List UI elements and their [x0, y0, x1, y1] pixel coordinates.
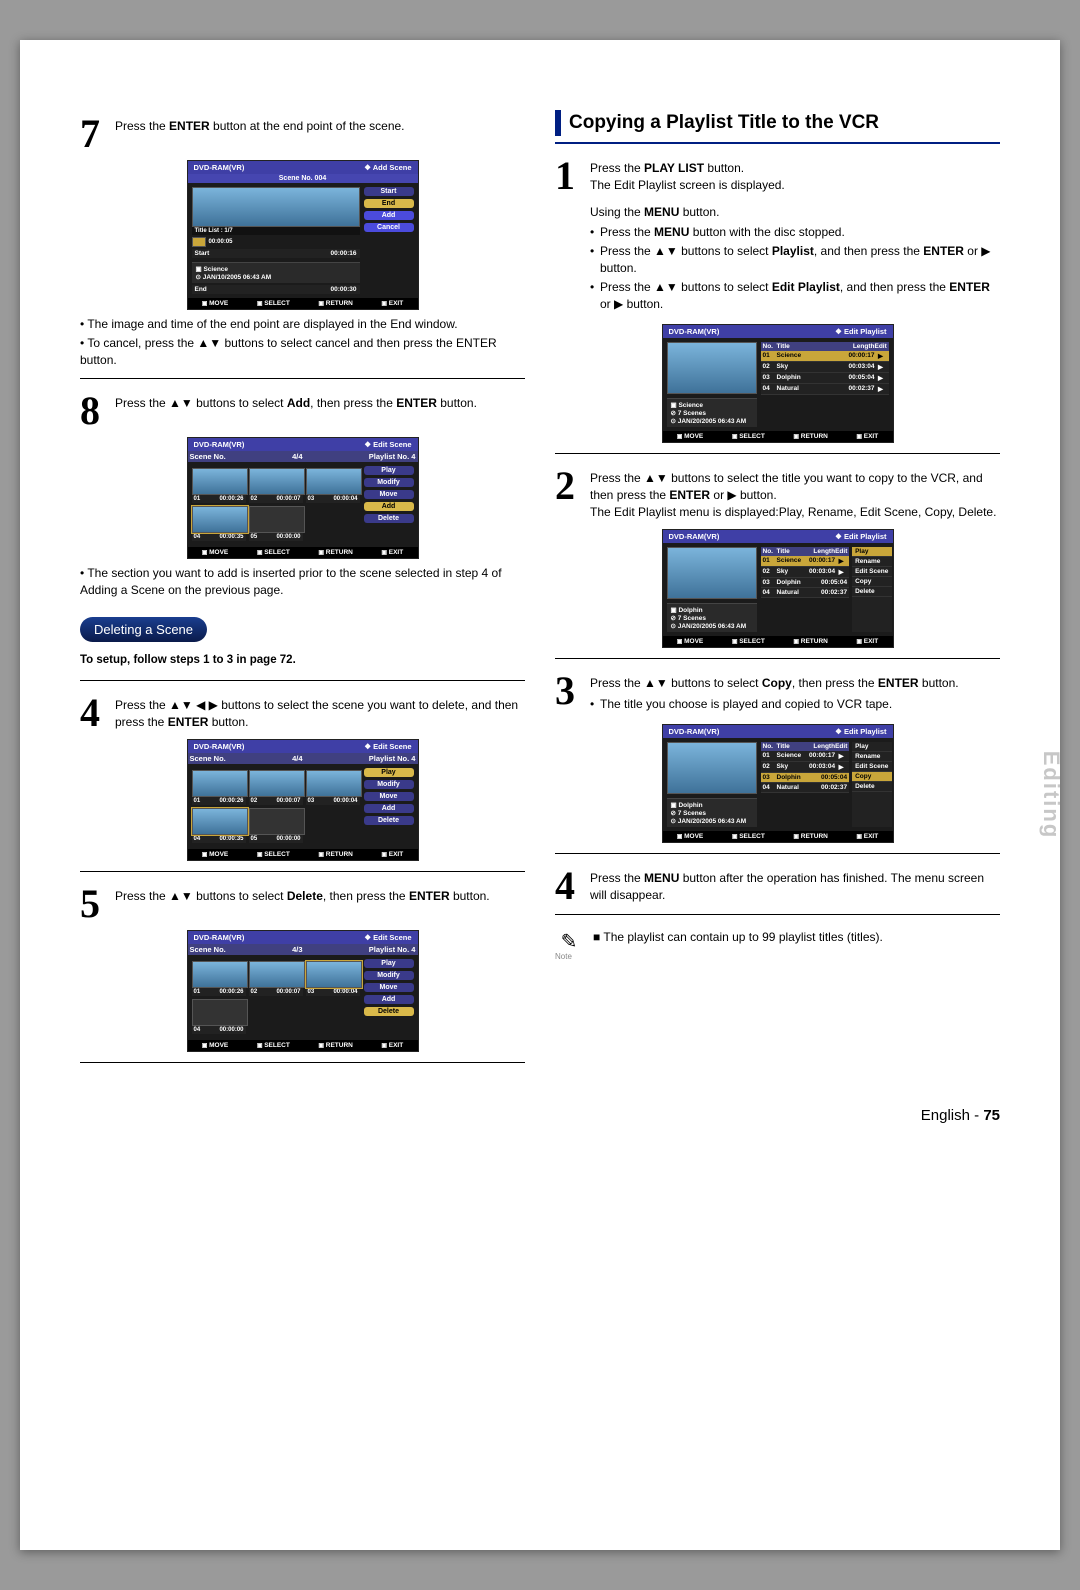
divider [80, 378, 525, 379]
thumbnail [667, 342, 757, 394]
osd-add-scene: DVD-RAM(VR)❖ Add Scene Scene No. 004 Tit… [187, 160, 419, 310]
step-text: Press the PLAY LIST button. The Edit Pla… [590, 160, 1000, 316]
divider [80, 1062, 525, 1063]
section-accent-bar [555, 110, 561, 136]
osd-edit-playlist: DVD-RAM(VR)❖ Edit Playlist ▣ Dolphin ⊘ 7… [662, 529, 894, 648]
osd-button[interactable]: Modify [364, 971, 414, 980]
osd-button[interactable]: Start [364, 187, 414, 196]
osd-button[interactable]: Delete [364, 514, 414, 523]
osd-edit-playlist: DVD-RAM(VR)❖ Edit Playlist ▣ Dolphin ⊘ 7… [662, 724, 894, 843]
step-number: 4 [555, 868, 590, 904]
osd-button[interactable]: Add [364, 502, 414, 511]
right-column: Copying a Playlist Title to the VCR 1 Pr… [555, 110, 1000, 1077]
step-number: 4 [80, 695, 115, 731]
context-menu-item[interactable]: Copy [852, 772, 892, 782]
step-text: Press the MENU button after the operatio… [590, 870, 1000, 904]
step-number: 8 [80, 393, 115, 429]
section-title: Copying a Playlist Title to the VCR [569, 110, 879, 136]
step-number: 5 [80, 886, 115, 922]
setup-instruction: To setup, follow steps 1 to 3 in page 72… [80, 654, 525, 666]
subsection-heading: Deleting a Scene [80, 617, 207, 642]
step-number: 3 [555, 673, 590, 717]
context-menu-item[interactable]: Play [852, 547, 892, 557]
section-rule [555, 142, 1000, 144]
note-block: ✎ Note The playlist can contain up to 99… [555, 929, 1000, 961]
osd-edit-scene: DVD-RAM(VR)❖ Edit Scene Scene No.4/4Play… [187, 437, 419, 559]
step-text: Press the ▲▼ buttons to select Add, then… [115, 395, 525, 429]
side-tab: Editing [1038, 751, 1064, 840]
step-notes: • The section you want to add is inserte… [80, 565, 525, 599]
osd-button[interactable]: Move [364, 490, 414, 499]
context-menu-item[interactable]: Rename [852, 752, 892, 762]
divider [555, 853, 1000, 854]
divider [80, 871, 525, 872]
step-number: 2 [555, 468, 590, 520]
context-menu-item[interactable]: Edit Scene [852, 762, 892, 772]
osd-button[interactable]: Play [364, 768, 414, 777]
osd-edit-scene: DVD-RAM(VR)❖ Edit Scene Scene No.4/3Play… [187, 930, 419, 1052]
osd-edit-scene: DVD-RAM(VR)❖ Edit Scene Scene No.4/4Play… [187, 739, 419, 861]
note-icon: ✎ [555, 929, 583, 954]
divider [555, 914, 1000, 915]
note-text: The playlist can contain up to 99 playli… [593, 929, 883, 946]
osd-button[interactable]: Delete [364, 1007, 414, 1016]
context-menu-item[interactable]: Rename [852, 557, 892, 567]
context-menu-item[interactable]: Copy [852, 577, 892, 587]
step-text: Press the ▲▼ buttons to select Delete, t… [115, 888, 525, 922]
thumbnail [667, 742, 757, 794]
context-menu-item[interactable]: Delete [852, 782, 892, 792]
context-menu-item[interactable]: Play [852, 742, 892, 752]
context-menu-item[interactable]: Edit Scene [852, 567, 892, 577]
page-footer: English - 75 [80, 1107, 1000, 1124]
osd-button[interactable]: Add [364, 995, 414, 1004]
note-label: Note [555, 952, 583, 961]
osd-button[interactable]: Move [364, 792, 414, 801]
osd-button[interactable]: Play [364, 466, 414, 475]
osd-button[interactable]: Play [364, 959, 414, 968]
thumbnail [192, 187, 360, 227]
osd-button[interactable]: Modify [364, 780, 414, 789]
context-menu-item[interactable]: Delete [852, 587, 892, 597]
step-text: Press the ENTER button at the end point … [115, 118, 525, 152]
osd-button[interactable]: Delete [364, 816, 414, 825]
divider [555, 658, 1000, 659]
osd-edit-playlist: DVD-RAM(VR)❖ Edit Playlist ▣ Science ⊘ 7… [662, 324, 894, 443]
left-column: 7 Press the ENTER button at the end poin… [80, 110, 525, 1077]
step-text: Press the ▲▼ buttons to select Copy, the… [590, 675, 1000, 717]
osd-button[interactable]: Move [364, 983, 414, 992]
step-text: Press the ▲▼ buttons to select the title… [590, 470, 1000, 520]
step-number: 7 [80, 116, 115, 152]
step-text: Press the ▲▼ ◀ ▶ buttons to select the s… [115, 697, 525, 731]
osd-button[interactable]: Cancel [364, 223, 414, 232]
thumbnail [667, 547, 757, 599]
step-notes: • The image and time of the end point ar… [80, 316, 525, 368]
step-number: 1 [555, 158, 590, 316]
osd-button[interactable]: End [364, 199, 414, 208]
osd-button[interactable]: Add [364, 804, 414, 813]
osd-button[interactable]: Add [364, 211, 414, 220]
divider [555, 453, 1000, 454]
divider [80, 680, 525, 681]
osd-button[interactable]: Modify [364, 478, 414, 487]
